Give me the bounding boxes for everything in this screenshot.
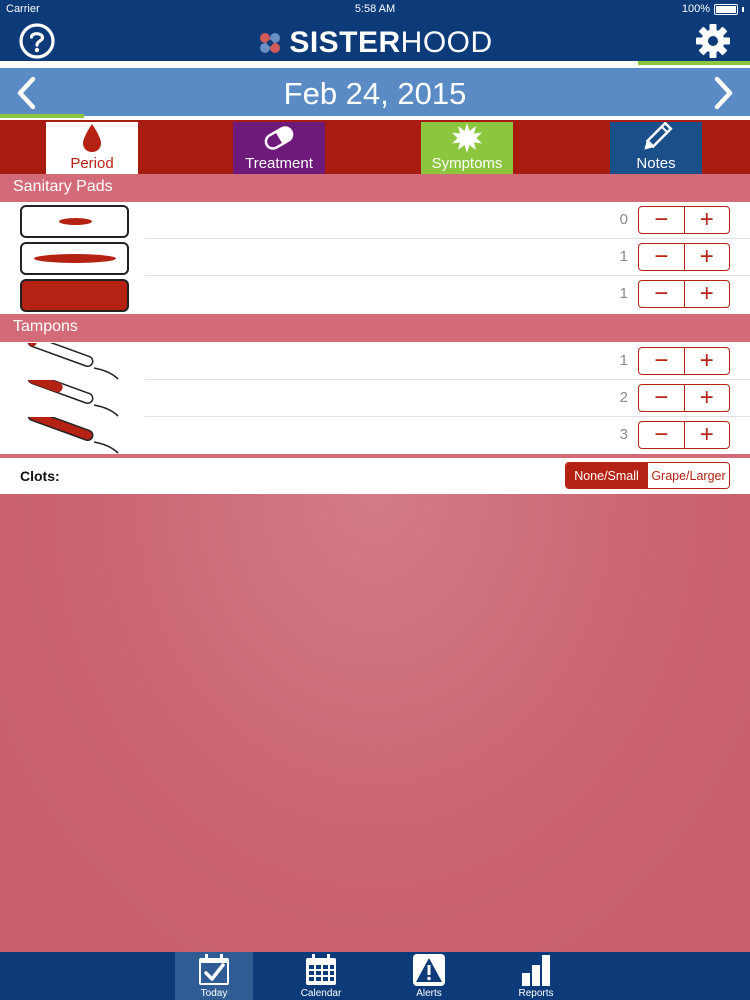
pad-light-stepper: − + (638, 206, 730, 234)
increment-button[interactable]: + (685, 281, 730, 307)
tampon-heavy-count: 3 (619, 426, 628, 443)
tab-reports[interactable]: Reports (497, 952, 575, 1000)
tampon-row-medium: 2 − + (0, 380, 750, 417)
tampon-light-count: 1 (619, 352, 628, 369)
clots-label: Clots: (20, 468, 60, 484)
tab-period-label: Period (70, 155, 114, 172)
date-bar: Feb 24, 2015 (0, 68, 750, 118)
tampon-row-light: 1 − + (0, 343, 750, 380)
tab-today[interactable]: Today (175, 952, 253, 1000)
tab-today-label: Today (200, 988, 228, 999)
decrement-button[interactable]: − (639, 422, 685, 448)
tampon-heavy-stepper: − + (638, 421, 730, 449)
decrement-button[interactable]: − (639, 281, 685, 307)
decrement-button[interactable]: − (639, 244, 685, 270)
current-date: Feb 24, 2015 (283, 76, 467, 111)
pad-heavy-icon (20, 279, 129, 312)
decrement-button[interactable]: − (639, 207, 685, 233)
pad-heavy-stepper: − + (638, 280, 730, 308)
tampon-light-icon (27, 343, 119, 380)
battery-percent: 100% (681, 3, 710, 15)
pad-heavy-count: 1 (619, 285, 628, 302)
pad-row-light: 0 − + (0, 202, 750, 239)
pad-light-icon (20, 205, 129, 238)
clots-row: Clots: None/Small Grape/Larger (0, 458, 750, 494)
tab-calendar-label: Calendar (300, 988, 342, 999)
pad-medium-stepper: − + (638, 243, 730, 271)
battery-icon (714, 3, 738, 15)
tab-calendar[interactable]: Calendar (282, 952, 360, 1000)
tab-alerts-label: Alerts (416, 988, 442, 999)
status-time: 5:58 AM (354, 3, 396, 15)
increment-button[interactable]: + (685, 422, 730, 448)
alert-icon (413, 954, 445, 986)
tab-period[interactable]: Period (46, 122, 138, 174)
calendar-check-icon (199, 954, 229, 985)
app-header: SISTERHOOD (0, 20, 750, 65)
decrement-button[interactable]: − (639, 348, 685, 374)
increment-button[interactable]: + (685, 385, 730, 411)
tab-treatment-label: Treatment (245, 155, 313, 172)
status-bar: Carrier 5:58 AM 100% (0, 0, 750, 20)
tampon-medium-count: 2 (619, 389, 628, 406)
app-logo: SISTERHOOD (0, 26, 750, 60)
pad-medium-count: 1 (619, 248, 628, 265)
pad-medium-icon (20, 242, 129, 275)
increment-button[interactable]: + (685, 348, 730, 374)
gear-icon (696, 24, 730, 58)
tampon-light-stepper: − + (638, 347, 730, 375)
progress-strip (0, 61, 750, 65)
logo-text: SISTERHOOD (289, 26, 493, 59)
tampon-medium-stepper: − + (638, 384, 730, 412)
tab-symptoms[interactable]: Symptoms (421, 122, 513, 174)
tab-reports-label: Reports (518, 988, 554, 999)
tampon-heavy-icon (27, 417, 119, 454)
section-header-tampons: Tampons (0, 314, 750, 342)
clots-option-grape-larger[interactable]: Grape/Larger (647, 463, 729, 488)
battery-indicator: 100% (682, 3, 744, 15)
settings-button[interactable] (694, 22, 732, 60)
logo-mark-icon (260, 33, 281, 53)
increment-button[interactable]: + (685, 207, 730, 233)
pad-row-heavy: 1 − + (0, 276, 750, 313)
clots-segmented-control: None/Small Grape/Larger (565, 462, 730, 489)
pad-light-count: 0 (619, 211, 628, 228)
tab-notes-label: Notes (636, 155, 676, 172)
tab-notes[interactable]: Notes (610, 122, 702, 174)
tab-alerts[interactable]: Alerts (390, 952, 468, 1000)
pad-row-medium: 1 − + (0, 239, 750, 276)
blood-drop-icon (83, 124, 101, 152)
bottom-tab-bar: Today Calendar Alerts Reports (0, 952, 750, 1000)
decrement-button[interactable]: − (639, 385, 685, 411)
bar-chart-icon (522, 955, 550, 986)
chevron-right-icon (714, 76, 733, 110)
next-day-button[interactable] (708, 76, 738, 110)
calendar-grid-icon (306, 954, 336, 985)
tab-treatment[interactable]: Treatment (233, 122, 325, 174)
tampon-medium-icon (27, 380, 119, 417)
pill-icon (264, 126, 294, 150)
tab-symptoms-label: Symptoms (431, 155, 503, 172)
content-background (0, 494, 750, 952)
category-tabs: Period Treatment Symptoms Notes (0, 120, 750, 176)
starburst-icon (452, 123, 482, 153)
clots-option-none-small[interactable]: None/Small (566, 463, 647, 488)
tampon-row-heavy: 3 − + (0, 417, 750, 454)
increment-button[interactable]: + (685, 244, 730, 270)
pencil-icon (644, 122, 673, 150)
section-header-sanitary-pads: Sanitary Pads (0, 174, 750, 202)
